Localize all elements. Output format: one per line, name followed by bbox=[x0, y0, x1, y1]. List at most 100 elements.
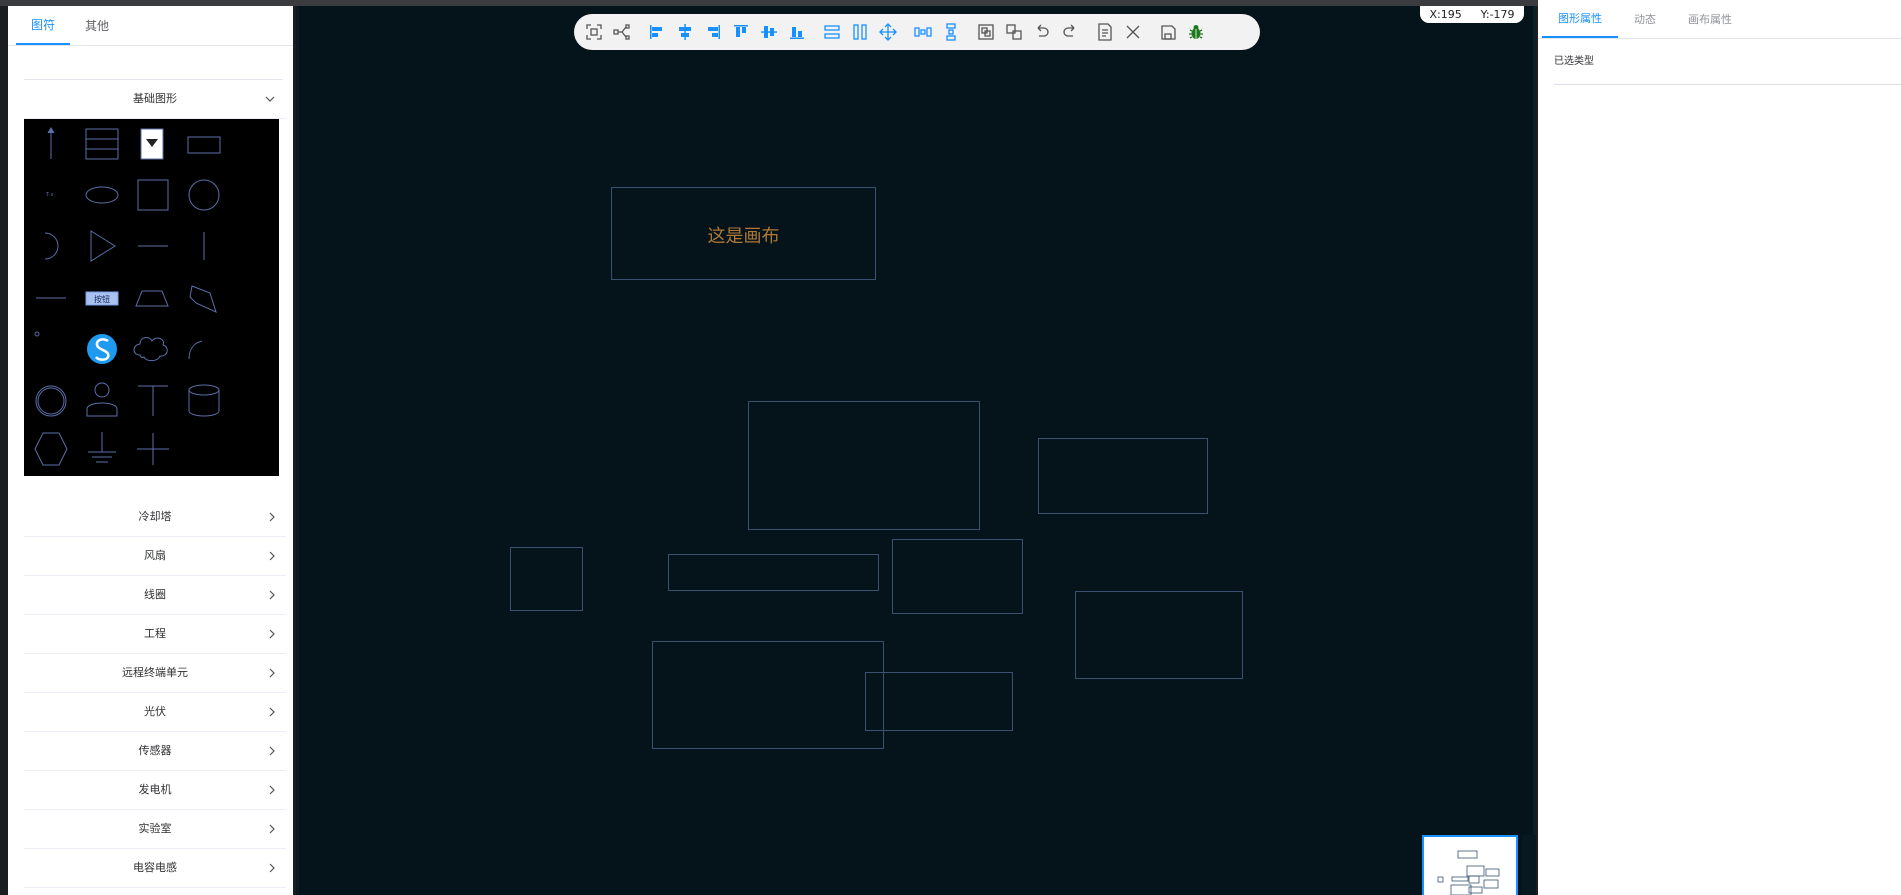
chevron-right-icon bbox=[266, 849, 278, 887]
chevron-right-icon bbox=[266, 771, 278, 809]
canvas-rect-shape[interactable] bbox=[668, 554, 879, 591]
clear-icon[interactable] bbox=[1119, 18, 1147, 46]
move-icon[interactable] bbox=[874, 18, 902, 46]
table-shape[interactable] bbox=[85, 128, 119, 160]
trapezoid-shape[interactable] bbox=[135, 290, 169, 307]
category-item[interactable]: 电容电感 bbox=[24, 849, 286, 888]
chevron-right-icon bbox=[266, 537, 278, 575]
group-icon[interactable] bbox=[972, 18, 1000, 46]
category-label: 远程终端单元 bbox=[122, 666, 188, 679]
double-circle-shape[interactable] bbox=[35, 385, 67, 417]
align-top-icon[interactable] bbox=[727, 18, 755, 46]
category-basic-shapes[interactable]: 基础图形 bbox=[24, 80, 286, 119]
preview-icon[interactable] bbox=[1091, 18, 1119, 46]
square-shape[interactable] bbox=[137, 179, 169, 211]
selected-type-label: 已选类型 bbox=[1554, 56, 1594, 67]
category-item[interactable]: 发电机 bbox=[24, 771, 286, 810]
arc-shape[interactable] bbox=[44, 232, 59, 260]
svg-text:T·x: T·x bbox=[45, 192, 54, 198]
align-right-icon[interactable] bbox=[699, 18, 727, 46]
category-label: 电容电感 bbox=[133, 861, 177, 874]
chevron-right-icon bbox=[266, 732, 278, 770]
align-middle-icon[interactable] bbox=[755, 18, 783, 46]
cylinder-shape[interactable] bbox=[188, 384, 220, 417]
undo-icon[interactable] bbox=[1028, 18, 1056, 46]
polygon-shape[interactable] bbox=[189, 285, 217, 313]
same-width-icon[interactable] bbox=[818, 18, 846, 46]
sogou-logo-shape[interactable] bbox=[87, 334, 117, 364]
property-tabs: 图形属性 动态 画布属性 bbox=[1538, 0, 1901, 39]
align-center-icon[interactable] bbox=[671, 18, 699, 46]
chevron-down-icon bbox=[264, 80, 276, 118]
point-shape[interactable] bbox=[34, 331, 40, 337]
minimap[interactable] bbox=[1422, 835, 1518, 895]
left-splitter[interactable] bbox=[296, 6, 299, 895]
right-splitter[interactable] bbox=[1533, 6, 1536, 895]
tab-shape-properties[interactable]: 图形属性 bbox=[1542, 0, 1618, 38]
same-height-icon[interactable] bbox=[846, 18, 874, 46]
distribute-horizontal-icon[interactable] bbox=[909, 18, 937, 46]
branch-icon[interactable] bbox=[608, 18, 636, 46]
canvas-rect-shape[interactable] bbox=[892, 539, 1023, 614]
canvas-rect-shape[interactable] bbox=[510, 547, 583, 611]
canvas-rect-shape[interactable] bbox=[748, 401, 980, 530]
tab-canvas-properties[interactable]: 画布属性 bbox=[1672, 0, 1748, 38]
chevron-right-icon bbox=[266, 654, 278, 692]
canvas-rect-shape[interactable] bbox=[865, 672, 1013, 731]
category-label: 发电机 bbox=[138, 783, 172, 796]
chevron-right-icon bbox=[266, 576, 278, 614]
curve-shape[interactable] bbox=[188, 340, 203, 360]
canvas-rect-shape[interactable] bbox=[652, 641, 884, 749]
symbol-panel: 图符 其他 基础图形 T·x 按钮 冷却塔 风扇 线圈 工程 远程终端单元 光伏… bbox=[8, 6, 293, 895]
canvas-text-shape[interactable]: 这是画布 bbox=[611, 187, 876, 280]
rectangle-shape[interactable] bbox=[187, 136, 221, 154]
minimap-scroll bbox=[1522, 835, 1536, 895]
category-item[interactable]: 线圈 bbox=[24, 576, 286, 615]
category-item[interactable]: 风扇 bbox=[24, 537, 286, 576]
category-label: 线圈 bbox=[144, 588, 166, 601]
chevron-right-icon bbox=[266, 693, 278, 731]
canvas-rect-shape[interactable] bbox=[1075, 591, 1243, 679]
category-item[interactable]: 实验室 bbox=[24, 810, 286, 849]
arrow-line-shape[interactable] bbox=[47, 127, 55, 159]
tab-others[interactable]: 其他 bbox=[70, 6, 124, 45]
editor-toolbar bbox=[574, 14, 1260, 50]
distribute-vertical-icon[interactable] bbox=[937, 18, 965, 46]
circle-shape[interactable] bbox=[188, 179, 220, 211]
fit-view-icon[interactable] bbox=[580, 18, 608, 46]
drawing-canvas[interactable]: X:195 Y:-179 这是画布 bbox=[296, 6, 1536, 895]
button-shape-label: 按钮 bbox=[94, 294, 110, 304]
chevron-right-icon bbox=[266, 615, 278, 653]
cloud-shape[interactable] bbox=[133, 337, 168, 362]
ellipse-shape[interactable] bbox=[85, 186, 119, 204]
align-left-icon[interactable] bbox=[643, 18, 671, 46]
cross-shape[interactable] bbox=[137, 433, 169, 465]
ground-shape[interactable] bbox=[88, 432, 116, 463]
category-item[interactable]: 工程 bbox=[24, 615, 286, 654]
t-shape[interactable] bbox=[138, 385, 168, 416]
text-shape[interactable]: T·x bbox=[45, 192, 54, 198]
save-icon[interactable] bbox=[1154, 18, 1182, 46]
category-label: 工程 bbox=[144, 627, 166, 640]
category-label: 实验室 bbox=[138, 822, 172, 835]
ungroup-icon[interactable] bbox=[1000, 18, 1028, 46]
category-item[interactable]: 冷却塔 bbox=[24, 498, 286, 537]
coordinate-readout: X:195 Y:-179 bbox=[1420, 6, 1524, 23]
hexagon-shape[interactable] bbox=[34, 432, 68, 466]
dropdown-shape[interactable] bbox=[140, 128, 164, 160]
person-shape[interactable] bbox=[86, 382, 118, 417]
chevron-right-icon bbox=[266, 498, 278, 536]
canvas-rect-shape[interactable] bbox=[1038, 438, 1208, 514]
triangle-shape[interactable] bbox=[90, 230, 116, 262]
redo-icon[interactable] bbox=[1056, 18, 1084, 46]
category-item[interactable]: 传感器 bbox=[24, 732, 286, 771]
tab-symbols[interactable]: 图符 bbox=[16, 6, 71, 45]
category-item[interactable]: 光伏 bbox=[24, 693, 286, 732]
category-label: 风扇 bbox=[144, 549, 166, 562]
category-item[interactable]: 远程终端单元 bbox=[24, 654, 286, 693]
align-bottom-icon[interactable] bbox=[783, 18, 811, 46]
debug-icon[interactable] bbox=[1182, 18, 1210, 46]
tab-animation[interactable]: 动态 bbox=[1618, 0, 1672, 38]
category-label: 冷却塔 bbox=[138, 510, 172, 523]
symbol-tabs: 图符 其他 bbox=[8, 6, 293, 46]
